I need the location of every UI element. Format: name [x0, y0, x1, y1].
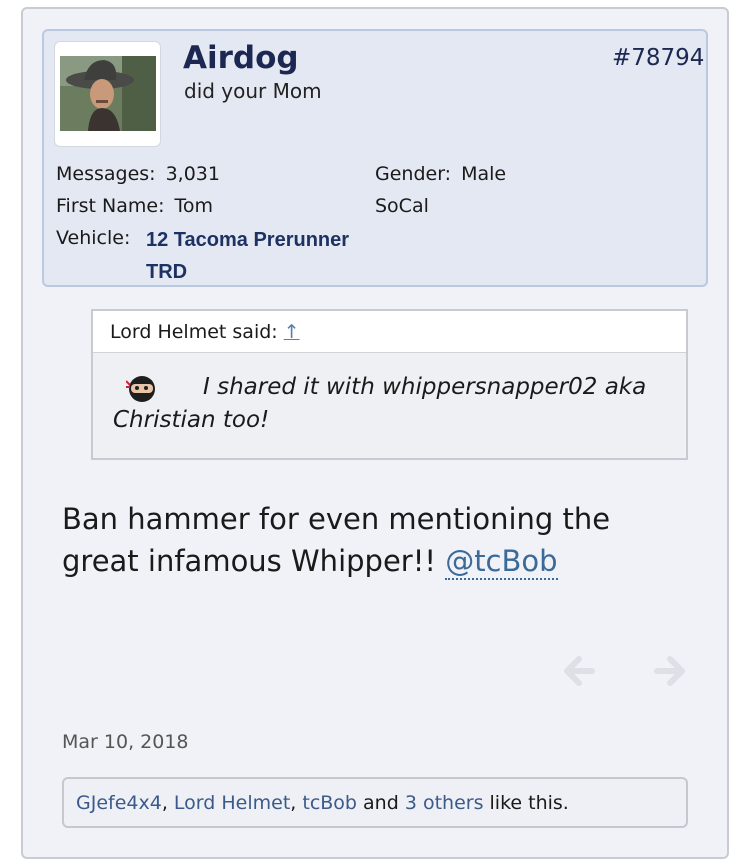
message-body: Ban hammer for even mentioning the great…: [62, 498, 682, 582]
liker-link[interactable]: tcBob: [302, 792, 357, 814]
quote-box: Lord Helmet said: ↑ I shared it with whip…: [91, 309, 688, 460]
user-title: did your Mom: [184, 79, 322, 103]
messages-label: Messages:: [56, 163, 156, 185]
likes-summary: GJefe4x4, Lord Helmet, tcBob and 3 other…: [76, 792, 569, 814]
quote-author: Lord Helmet said: ↑: [110, 321, 300, 343]
first-name-label: First Name:: [56, 195, 165, 217]
vehicle-label: Vehicle:: [56, 227, 131, 249]
ninja-smiley-icon: [125, 375, 158, 407]
likes-others-link[interactable]: 3 others: [405, 792, 484, 814]
liker-link[interactable]: Lord Helmet: [174, 792, 290, 814]
post-permalink[interactable]: #78794: [612, 45, 704, 71]
gender-label: Gender:: [375, 163, 452, 185]
gender-value: Male: [461, 163, 507, 185]
arrow-right-icon[interactable]: [654, 654, 688, 692]
messages-row: Messages: 3,031: [56, 163, 220, 185]
quote-author-label: Lord Helmet said:: [110, 321, 278, 343]
mention-link[interactable]: @tcBob: [445, 544, 558, 580]
likes-and: and: [357, 792, 405, 814]
vehicle-value: 12 Tacoma Prerunner TRD: [146, 229, 350, 283]
liker-link[interactable]: GJefe4x4: [76, 792, 162, 814]
avatar[interactable]: [60, 56, 156, 131]
quote-jump-link[interactable]: ↑: [284, 321, 300, 343]
post-date[interactable]: Mar 10, 2018: [62, 731, 189, 753]
arrow-left-icon[interactable]: [561, 654, 595, 692]
likes-bar: GJefe4x4, Lord Helmet, tcBob and 3 other…: [62, 777, 688, 828]
quote-text: I shared it with whippersnapper02 aka Ch…: [113, 374, 647, 433]
likes-separator: ,: [161, 792, 174, 814]
messages-value: 3,031: [165, 163, 220, 185]
quote-header: Lord Helmet said: ↑: [93, 311, 686, 353]
first-name-value: Tom: [174, 195, 213, 217]
first-name-row: First Name: Tom: [56, 195, 213, 217]
username-link[interactable]: Airdog: [183, 40, 299, 76]
likes-suffix: like this.: [483, 792, 569, 814]
likes-separator: ,: [290, 792, 303, 814]
location-value: SoCal: [375, 195, 429, 217]
gender-row: Gender: Male: [375, 163, 506, 185]
